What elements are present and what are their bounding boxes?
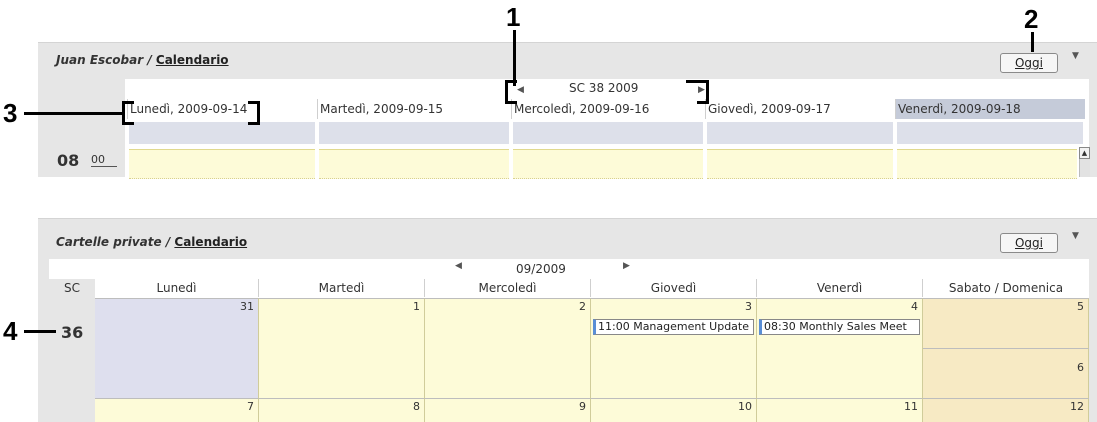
day-cell[interactable]: 1 bbox=[259, 298, 425, 398]
next-month-arrow-icon[interactable]: ▶ bbox=[623, 261, 630, 271]
all-day-row-tuesday[interactable] bbox=[319, 122, 509, 144]
week-grid: ◀ SC 38 2009 ▶ Lunedì, 2009-09-14 Marted… bbox=[49, 79, 1090, 179]
day-number: 3 bbox=[745, 300, 752, 313]
day-cell[interactable]: 7 bbox=[95, 398, 259, 422]
week-panel-title: Juan Escobar / Calendario bbox=[56, 53, 229, 67]
day-number: 31 bbox=[240, 300, 254, 313]
all-day-row-monday[interactable] bbox=[129, 122, 315, 144]
week-number-label: SC 38 2009 bbox=[569, 81, 639, 95]
week-column-header: SC bbox=[64, 281, 80, 295]
month-panel-title: Cartelle private / Calendario bbox=[56, 235, 247, 249]
day-number: 12 bbox=[1070, 400, 1084, 413]
day-cell-saturday[interactable]: 5 bbox=[923, 298, 1089, 348]
day-number: 1 bbox=[413, 300, 420, 313]
column-header-wednesday: Mercoledì bbox=[425, 279, 591, 297]
calendar-owner: Juan Escobar bbox=[56, 53, 144, 67]
time-slot-friday[interactable] bbox=[897, 149, 1077, 179]
day-number: 10 bbox=[738, 400, 752, 413]
month-grid: ◀ 09/2009 ▶ SC Lunedì Martedì Mercoledì … bbox=[49, 259, 1089, 422]
title-separator: / bbox=[161, 235, 175, 249]
day-header-friday[interactable]: Venerdì, 2009-09-18 bbox=[895, 99, 1085, 119]
callout-line-1 bbox=[513, 30, 516, 86]
day-cell-saturday[interactable]: 12 bbox=[923, 398, 1089, 422]
time-slot-monday[interactable] bbox=[129, 149, 315, 179]
callout-number-1: 1 bbox=[506, 2, 521, 32]
callout-bracket-right bbox=[697, 80, 709, 104]
day-number: 9 bbox=[579, 400, 586, 413]
today-button[interactable]: Oggi bbox=[1000, 233, 1058, 253]
callout-number-4: 4 bbox=[3, 316, 18, 346]
panel-menu-arrow-icon[interactable]: ▼ bbox=[1072, 231, 1079, 241]
day-number: 11 bbox=[904, 400, 918, 413]
day-number: 4 bbox=[911, 300, 918, 313]
day-cell-sunday[interactable]: 6 bbox=[923, 348, 1089, 398]
day-number: 5 bbox=[1077, 300, 1084, 313]
day-cell[interactable]: 9 bbox=[425, 398, 591, 422]
callout-bracket-top-line bbox=[686, 80, 706, 83]
day-cell[interactable]: 4 08:30 Monthly Sales Meet bbox=[757, 298, 923, 398]
day-cell[interactable]: 3 11:00 Management Update bbox=[591, 298, 757, 398]
day-header-monday[interactable]: Lunedì, 2009-09-14 bbox=[127, 99, 317, 119]
calendar-link[interactable]: Calendario bbox=[174, 235, 247, 249]
week-view-panel: Juan Escobar / Calendario Oggi ▼ ◀ SC 38… bbox=[38, 42, 1097, 179]
callout-line-2 bbox=[1031, 32, 1034, 52]
all-day-row-thursday[interactable] bbox=[707, 122, 893, 144]
month-view-panel: Cartelle private / Calendario Oggi ▼ ◀ 0… bbox=[38, 218, 1097, 422]
day-cell[interactable]: 31 bbox=[95, 298, 259, 398]
minute-label: 00 bbox=[91, 153, 117, 167]
day-cell[interactable]: 2 bbox=[425, 298, 591, 398]
folder-name: Cartelle private bbox=[56, 235, 162, 249]
calendar-event[interactable]: 08:30 Monthly Sales Meet bbox=[759, 319, 920, 335]
callout-line-3 bbox=[24, 112, 124, 115]
previous-week-arrow-icon[interactable]: ◀ bbox=[517, 85, 524, 95]
day-cell[interactable]: 8 bbox=[259, 398, 425, 422]
callout-line-4 bbox=[24, 330, 56, 333]
previous-month-arrow-icon[interactable]: ◀ bbox=[455, 261, 462, 271]
callout-number-3: 3 bbox=[3, 98, 18, 128]
today-button[interactable]: Oggi bbox=[1000, 53, 1058, 73]
day-number: 8 bbox=[413, 400, 420, 413]
day-number: 7 bbox=[247, 400, 254, 413]
day-header-tuesday[interactable]: Martedì, 2009-09-15 bbox=[317, 99, 511, 119]
day-number: 6 bbox=[1077, 361, 1084, 374]
callout-bracket-right bbox=[248, 101, 260, 125]
day-number: 2 bbox=[579, 300, 586, 313]
day-header-thursday[interactable]: Giovedì, 2009-09-17 bbox=[705, 99, 895, 119]
column-header-thursday: Giovedì bbox=[591, 279, 757, 297]
all-day-row-friday[interactable] bbox=[897, 122, 1083, 144]
all-day-row-wednesday[interactable] bbox=[513, 122, 703, 144]
callout-bracket-left bbox=[505, 80, 517, 104]
time-slot-tuesday[interactable] bbox=[319, 149, 509, 179]
scroll-up-arrow-icon[interactable]: ▲ bbox=[1079, 147, 1090, 159]
time-slot-thursday[interactable] bbox=[707, 149, 893, 179]
month-label: 09/2009 bbox=[516, 262, 566, 276]
column-header-monday: Lunedì bbox=[95, 279, 259, 297]
week-number-36[interactable]: 36 bbox=[61, 323, 83, 342]
time-slot-wednesday[interactable] bbox=[513, 149, 703, 179]
callout-number-2: 2 bbox=[1024, 4, 1039, 34]
column-header-weekend: Sabato / Domenica bbox=[948, 281, 1064, 295]
day-cell[interactable]: 11 bbox=[757, 398, 923, 422]
column-header-friday: Venerdì bbox=[757, 279, 923, 297]
panel-menu-arrow-icon[interactable]: ▼ bbox=[1072, 51, 1079, 61]
hour-label: 08 bbox=[57, 151, 80, 170]
column-header-tuesday: Martedì bbox=[259, 279, 425, 297]
callout-bracket-left bbox=[122, 101, 134, 125]
week-number-column bbox=[49, 279, 95, 422]
calendar-link[interactable]: Calendario bbox=[156, 53, 229, 67]
calendar-event[interactable]: 11:00 Management Update bbox=[593, 319, 754, 335]
day-header-wednesday[interactable]: Mercoledì, 2009-09-16 bbox=[511, 99, 705, 119]
title-separator: / bbox=[143, 53, 156, 67]
day-cell[interactable]: 10 bbox=[591, 398, 757, 422]
